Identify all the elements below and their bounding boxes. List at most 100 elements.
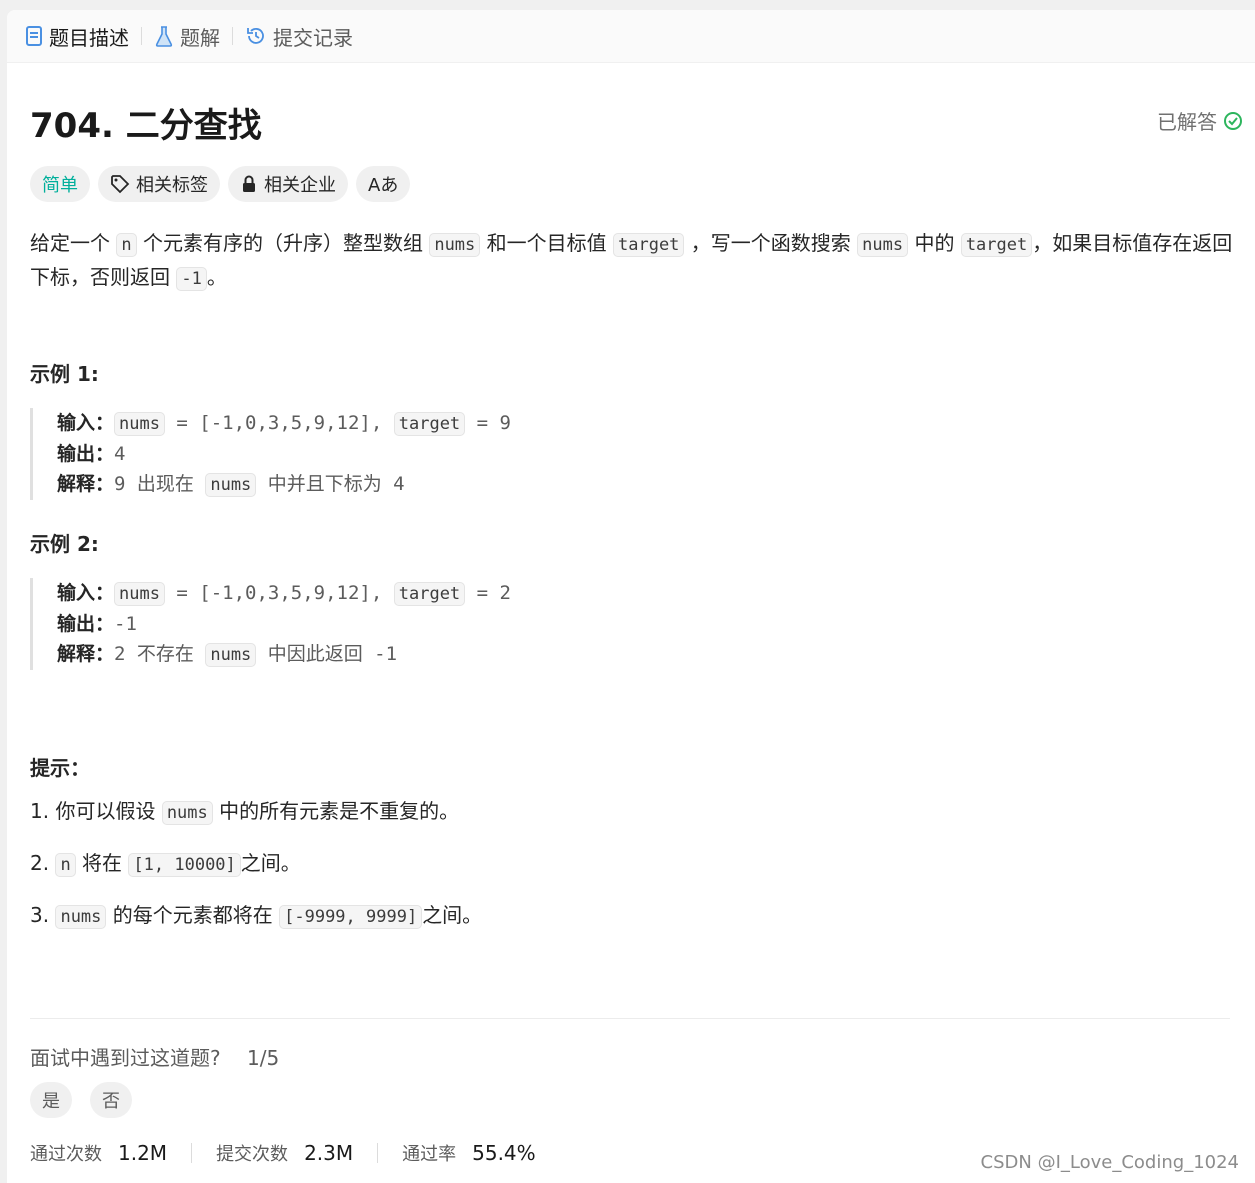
example-1-explanation: 解释：9 出现在 nums 中并且下标为 4 [57, 469, 511, 500]
inline-code: nums [205, 643, 257, 667]
interview-question: 面试中遇到过这道题? 1/5 [30, 1042, 279, 1071]
explain-label: 解释： [57, 473, 115, 495]
yes-button[interactable]: 是 [30, 1082, 72, 1118]
tag-icon [111, 175, 130, 194]
related-companies-button[interactable]: 相关企业 [228, 166, 348, 202]
input-text: = [-1,0,3,5,9,12], [164, 582, 394, 604]
tag-row: 简单 相关标签 相关企业 Aあ [30, 166, 418, 202]
inline-code: n [55, 853, 76, 877]
flask-icon [155, 26, 173, 47]
hint-number: 3. [30, 903, 56, 927]
lock-icon [243, 175, 255, 192]
hints-list: 1. 你可以假设 nums 中的所有元素是不重复的。 2. n 将在 [1, 1… [30, 797, 482, 953]
explain-text: 中因此返回 -1 [256, 643, 398, 665]
desc-text: 。 [206, 265, 227, 289]
output-value: 4 [114, 443, 126, 465]
accepted-value: 1.2M [118, 1141, 168, 1165]
tab-bar: 题目描述 题解 提交记录 [7, 10, 1255, 63]
desc-text: 给定一个 [30, 231, 117, 255]
desc-text: 中的 [908, 231, 961, 255]
interview-question-text: 面试中遇到过这道题? [30, 1046, 221, 1070]
related-tags-label: 相关标签 [136, 175, 208, 196]
inline-code: n [116, 233, 137, 257]
input-label: 输入： [57, 582, 115, 604]
output-label: 输出： [57, 443, 115, 465]
hint-number: 2. [30, 851, 56, 875]
example-1-output: 输出：4 [57, 439, 511, 469]
accepted-label: 通过次数 [30, 1144, 102, 1165]
no-button[interactable]: 否 [90, 1082, 132, 1118]
desc-text: ，写一个函数搜索 [684, 231, 858, 255]
example-2-title: 示例 2: [30, 532, 99, 556]
input-label: 输入： [57, 412, 115, 434]
input-text: = 2 [465, 582, 511, 604]
example-1-block: 输入： nums = [-1,0,3,5,9,12], target = 9 输出… [30, 408, 511, 500]
problem-title: 704. 二分查找 [30, 106, 262, 146]
hint-item: 1. 你可以假设 nums 中的所有元素是不重复的。 [30, 797, 482, 827]
related-companies-label: 相关企业 [264, 175, 336, 196]
document-icon [26, 26, 42, 46]
hint-number: 1. [30, 799, 56, 823]
tab-solutions-label: 题解 [180, 25, 220, 50]
input-text: = [-1,0,3,5,9,12], [164, 412, 394, 434]
tab-description[interactable]: 题目描述 [25, 22, 129, 51]
title-row: 704. 二分查找 已解答 [30, 72, 1255, 152]
example-1-input: 输入： nums = [-1,0,3,5,9,12], target = 9 [57, 408, 511, 439]
inline-code: nums [114, 582, 165, 606]
example-2-explanation: 解释：2 不存在 nums 中因此返回 -1 [57, 639, 511, 670]
submissions-label: 提交次数 [216, 1144, 289, 1165]
interview-page-count: 1/5 [246, 1046, 280, 1070]
output-label: 输出： [57, 613, 115, 635]
inline-code: -1 [176, 267, 207, 291]
hints-title: 提示： [30, 756, 90, 780]
translate-icon: Aあ [368, 175, 399, 196]
stat-divider [377, 1143, 379, 1163]
example-2-output: 输出：-1 [57, 609, 511, 639]
check-circle-icon [1224, 111, 1242, 130]
tab-submissions-label: 提交记录 [273, 25, 353, 50]
inline-code: target [393, 582, 466, 606]
section-divider [30, 1018, 1230, 1019]
tab-description-label: 题目描述 [49, 25, 129, 50]
explain-text: 中并且下标为 4 [256, 473, 405, 495]
stats-row: 通过次数 1.2M 提交次数 2.3M 通过率 55.4% [30, 1140, 536, 1166]
inline-code: target [613, 233, 685, 257]
inline-code: target [960, 233, 1033, 257]
translate-button[interactable]: Aあ [356, 166, 411, 202]
example-2-input: 输入： nums = [-1,0,3,5,9,12], target = 2 [57, 578, 511, 609]
example-1-title: 示例 1: [30, 362, 99, 386]
desc-text: 和一个目标值 [480, 231, 613, 255]
submissions-value: 2.3M [304, 1141, 354, 1165]
explain-text: 2 不存在 [114, 643, 206, 665]
inline-code: nums [857, 233, 909, 257]
solved-status: 已解答 [1157, 106, 1243, 135]
explain-text: 9 出现在 [114, 473, 206, 495]
stat-divider [191, 1143, 193, 1163]
hint-text: 将在 [75, 851, 129, 875]
inline-code: nums [205, 473, 257, 497]
hint-text: 的每个元素都将在 [106, 903, 280, 927]
inline-code: target [393, 412, 466, 436]
problem-content: 704. 二分查找 已解答 简单 相关标签 相关企业 Aあ 给定一个 n 个元素… [30, 72, 1255, 1165]
desc-text: 个元素有序的（升序）整型数组 [136, 231, 430, 255]
output-value: -1 [114, 613, 137, 635]
watermark: CSDN @I_Love_Coding_1024 [980, 1152, 1239, 1173]
input-text: = 9 [465, 412, 511, 434]
acceptance-rate-label: 通过率 [402, 1144, 457, 1165]
difficulty-badge[interactable]: 简单 [30, 166, 90, 202]
hint-item: 2. n 将在 [1, 10000] 之间。 [30, 849, 482, 879]
interview-answer-row: 是 否 [30, 1082, 150, 1118]
explain-label: 解释： [57, 643, 115, 665]
hint-item: 3. nums 的每个元素都将在 [-9999, 9999] 之间。 [30, 901, 482, 931]
tab-submissions[interactable]: 提交记录 [245, 22, 353, 51]
example-2-block: 输入： nums = [-1,0,3,5,9,12], target = 2 输出… [30, 578, 511, 670]
hint-text: 你可以假设 [55, 799, 162, 823]
inline-code: nums [114, 412, 165, 436]
hint-text: 之间。 [422, 903, 483, 927]
hint-text: 之间。 [240, 851, 301, 875]
related-tags-button[interactable]: 相关标签 [98, 166, 220, 202]
tab-divider [232, 27, 233, 45]
inline-code: nums [161, 801, 213, 825]
tab-solutions[interactable]: 题解 [154, 22, 220, 51]
problem-description: 给定一个 n 个元素有序的（升序）整型数组 nums 和一个目标值 target… [30, 227, 1245, 295]
